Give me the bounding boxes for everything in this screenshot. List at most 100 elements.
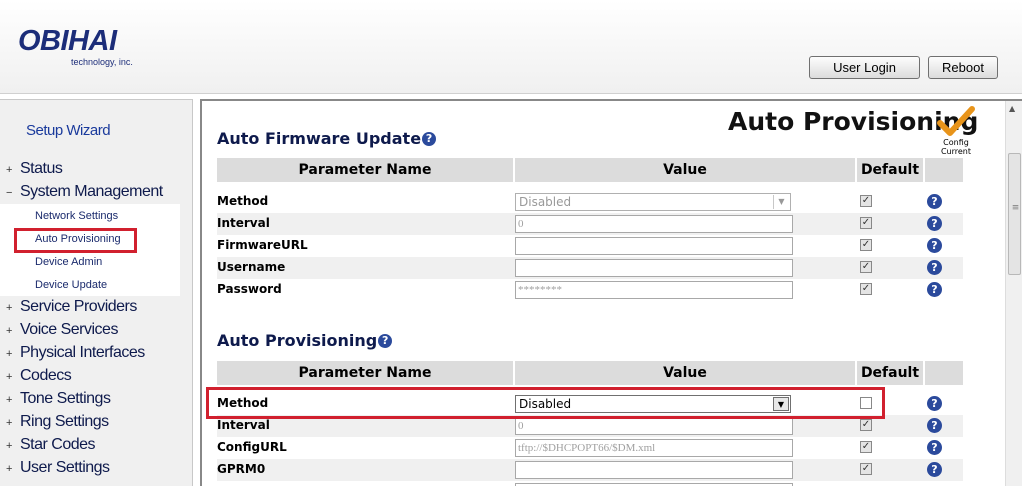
sidebar-item-label: System Management: [20, 183, 163, 200]
user-login-button[interactable]: User Login: [809, 56, 920, 79]
auto-provisioning-highlight: [14, 228, 137, 253]
sidebar-item-label: Codecs: [20, 367, 72, 384]
sidebar-item-label: Physical Interfaces: [20, 344, 145, 361]
expand-icon[interactable]: +: [6, 325, 20, 337]
config-label: Config: [943, 138, 969, 147]
help-icon[interactable]: ?: [927, 216, 942, 231]
default-checkbox[interactable]: ✓: [860, 283, 872, 295]
default-checkbox[interactable]: ✓: [860, 239, 872, 251]
section-title-provisioning: Auto Provisioning?: [217, 331, 393, 350]
param-label: Password: [217, 282, 282, 296]
help-icon[interactable]: ?: [927, 194, 942, 209]
param-label: FirmwareURL: [217, 238, 308, 252]
sidebar-item-tone-settings[interactable]: + Tone Settings: [6, 390, 111, 408]
default-checkbox[interactable]: ✓: [860, 217, 872, 229]
sidebar-subitem-device-admin[interactable]: Device Admin: [35, 256, 102, 268]
method-select[interactable]: Disabled ▼: [515, 193, 791, 211]
table-row: [217, 481, 963, 486]
table-row: FirmwareURL ✓ ?: [217, 235, 963, 257]
help-icon[interactable]: ?: [927, 440, 942, 455]
scroll-up-icon[interactable]: ▲: [1009, 104, 1015, 113]
help-icon[interactable]: ?: [927, 260, 942, 275]
obihai-logo: OBIHAI technology, inc.: [18, 25, 133, 67]
table-row: Method Disabled ▼ ✓ ?: [217, 191, 963, 213]
col-default: Default: [857, 361, 923, 385]
sidebar-item-label: Voice Services: [20, 321, 118, 338]
config-current-check-icon: [937, 106, 975, 136]
sidebar-subitem-device-update[interactable]: Device Update: [35, 279, 107, 291]
config-url-input[interactable]: tftp://$DHCPOPT66/$DM.xml: [515, 439, 793, 457]
table-row: Interval 0 ✓ ?: [217, 213, 963, 235]
sidebar-item-label: Tone Settings: [20, 390, 111, 407]
firmware-url-input[interactable]: [515, 237, 793, 255]
help-icon[interactable]: ?: [927, 396, 942, 411]
dropdown-arrow-icon[interactable]: ▼: [773, 195, 789, 209]
collapse-icon[interactable]: −: [6, 187, 20, 199]
username-input[interactable]: [515, 259, 793, 277]
sidebar-item-voice-services[interactable]: + Voice Services: [6, 321, 118, 339]
section-title-text: Auto Firmware Update: [217, 129, 422, 148]
table-row: Username ✓ ?: [217, 257, 963, 279]
sidebar-item-label: User Settings: [20, 459, 110, 476]
sidebar: Setup Wizard + Status − System Management …: [0, 99, 193, 486]
help-icon[interactable]: ?: [927, 462, 942, 477]
vertical-scrollbar[interactable]: ▲ ≡: [1005, 101, 1022, 486]
gprm0-input[interactable]: [515, 461, 793, 479]
interval-input[interactable]: 0: [515, 417, 793, 435]
col-value: Value: [515, 158, 855, 182]
brand-name: OBIHAI: [18, 25, 117, 57]
section-title-text: Auto Provisioning: [217, 331, 378, 350]
sidebar-item-physical-interfaces[interactable]: + Physical Interfaces: [6, 344, 145, 362]
setup-wizard-link[interactable]: Setup Wizard: [26, 122, 111, 139]
help-icon[interactable]: ?: [927, 238, 942, 253]
col-help: [925, 361, 963, 385]
expand-icon[interactable]: +: [6, 394, 20, 406]
sidebar-item-codecs[interactable]: + Codecs: [6, 367, 72, 385]
col-param-name: Parameter Name: [217, 361, 513, 385]
sidebar-item-label: Service Providers: [20, 298, 137, 315]
select-value: Disabled: [519, 195, 572, 209]
sidebar-subitem-network-settings[interactable]: Network Settings: [35, 210, 118, 222]
default-checkbox[interactable]: ✓: [860, 195, 872, 207]
default-checkbox[interactable]: ✓: [860, 419, 872, 431]
sidebar-item-label: Star Codes: [20, 436, 96, 453]
default-checkbox[interactable]: ✓: [860, 261, 872, 273]
param-label: Method: [217, 194, 269, 208]
default-checkbox[interactable]: ✓: [860, 463, 872, 475]
expand-icon[interactable]: +: [6, 440, 20, 452]
sidebar-item-label: Ring Settings: [20, 413, 109, 430]
sidebar-item-ring-settings[interactable]: + Ring Settings: [6, 413, 109, 431]
col-param-name: Parameter Name: [217, 158, 513, 182]
col-value: Value: [515, 361, 855, 385]
sidebar-item-status[interactable]: + Status: [6, 160, 63, 178]
expand-icon[interactable]: +: [6, 348, 20, 360]
expand-icon[interactable]: +: [6, 302, 20, 314]
sidebar-item-star-codes[interactable]: + Star Codes: [6, 436, 96, 454]
interval-input[interactable]: 0: [515, 215, 793, 233]
sidebar-item-user-settings[interactable]: + User Settings: [6, 459, 110, 477]
table-header: Parameter Name Value Default: [217, 158, 963, 182]
sidebar-item-label: Status: [20, 160, 63, 177]
scroll-thumb[interactable]: ≡: [1008, 153, 1021, 275]
table-row: Password ******** ✓ ?: [217, 279, 963, 301]
expand-icon[interactable]: +: [6, 463, 20, 475]
sidebar-item-service-providers[interactable]: + Service Providers: [6, 298, 137, 316]
grip-icon: ≡: [1011, 203, 1020, 213]
reboot-button[interactable]: Reboot: [928, 56, 998, 79]
table-header: Parameter Name Value Default: [217, 361, 963, 385]
expand-icon[interactable]: +: [6, 371, 20, 383]
expand-icon[interactable]: +: [6, 164, 20, 176]
sidebar-item-system-management[interactable]: − System Management: [6, 183, 163, 201]
help-icon[interactable]: ?: [927, 418, 942, 433]
default-checkbox[interactable]: ✓: [860, 441, 872, 453]
method-row-highlight: [206, 387, 885, 419]
help-icon[interactable]: ?: [422, 132, 437, 146]
expand-icon[interactable]: +: [6, 417, 20, 429]
help-icon[interactable]: ?: [927, 282, 942, 297]
table-row: GPRM0 ✓ ?: [217, 459, 963, 481]
header: OBIHAI technology, inc. User Login Reboo…: [0, 0, 1022, 94]
password-input[interactable]: ********: [515, 281, 793, 299]
help-icon[interactable]: ?: [378, 334, 393, 348]
param-label: Interval: [217, 418, 270, 432]
main-panel: Auto Provisioning Config Current Auto Fi…: [200, 99, 1022, 486]
